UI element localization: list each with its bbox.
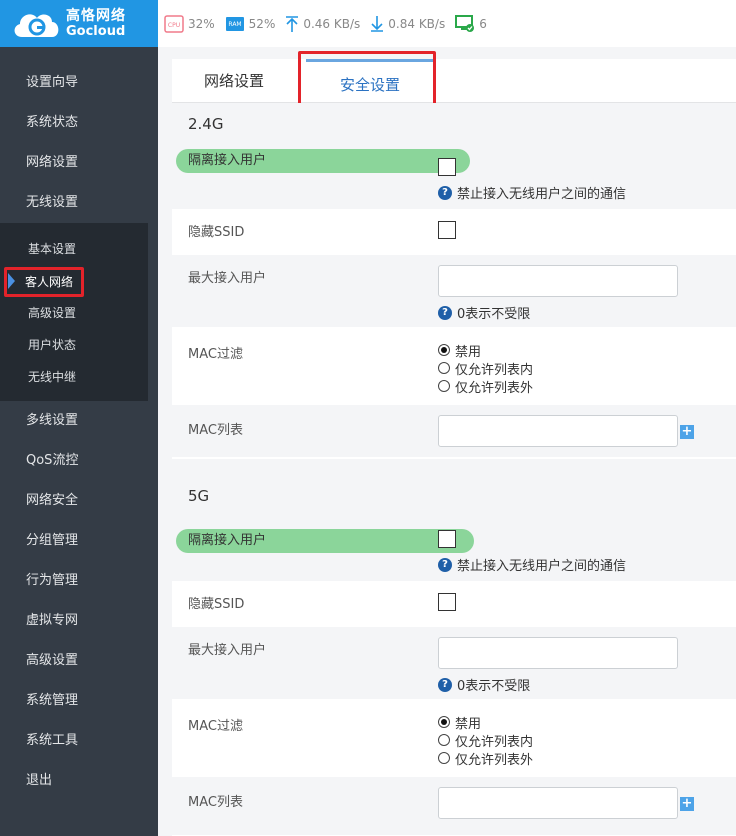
mac-filter-allow-in-radio[interactable]: 仅允许列表内	[438, 359, 533, 378]
plus-icon[interactable]: +	[680, 425, 694, 439]
isolate-row: 隔离接入用户 ? 禁止接入无线用户之间的通信	[172, 145, 736, 209]
sidebar-item-system-status[interactable]: 系统状态	[0, 103, 158, 143]
mac-filter-row: MAC过滤 禁用 仅允许列表内 仅允许列表外	[172, 327, 736, 405]
hide-ssid-label: 隐藏SSID	[188, 597, 245, 612]
wireless-submenu: 基本设置 客人网络 高级设置 用户状态 无线中继	[0, 223, 148, 401]
mac-filter-label: MAC过滤	[188, 347, 243, 362]
main-content: 网络设置 安全设置 2.4G 隔离接入用户 ? 禁止接入无线用户之间的通信 隐藏S…	[158, 47, 736, 836]
cpu-icon: CPU	[164, 14, 184, 33]
arrow-up-icon	[286, 15, 299, 32]
section-title: 2.4G	[172, 103, 736, 145]
sidebar-subitem-advanced[interactable]: 高级设置	[0, 299, 148, 331]
brand-name-en: Gocloud	[66, 23, 126, 39]
upload-value: 0.46 KB/s	[303, 16, 361, 31]
sidebar-item-behavior-management[interactable]: 行为管理	[0, 561, 158, 601]
download-status: 0.84 KB/s	[370, 15, 445, 33]
mac-filter-disable-radio[interactable]: 禁用	[438, 713, 533, 732]
active-caret-icon	[8, 273, 15, 289]
mac-filter-allow-out-radio[interactable]: 仅允许列表外	[438, 749, 533, 768]
sidebar-item-qos[interactable]: QoS流控	[0, 441, 158, 481]
hide-ssid-checkbox[interactable]	[438, 221, 456, 239]
max-users-label: 最大接入用户	[188, 271, 267, 286]
sidebar-item-vpn[interactable]: 虚拟专网	[0, 601, 158, 641]
sidebar-item-network-settings[interactable]: 网络设置	[0, 143, 158, 183]
sidebar-item-system-tools[interactable]: 系统工具	[0, 721, 158, 761]
max-users-row: 最大接入用户 ? 0表示不受限	[172, 627, 736, 699]
mac-list-label: MAC列表	[188, 423, 243, 438]
isolate-hint: ? 禁止接入无线用户之间的通信	[438, 555, 626, 574]
isolate-hint: ? 禁止接入无线用户之间的通信	[438, 183, 626, 202]
isolate-row: 隔离接入用户 ? 禁止接入无线用户之间的通信	[172, 517, 736, 581]
help-icon: ?	[438, 305, 452, 320]
status-bar: CPU 32% RAM 52% 0.46 KB/s 0.84 KB/s 6	[158, 0, 736, 47]
max-users-hint: ? 0表示不受限	[438, 303, 530, 322]
sidebar-subitem-guest-network[interactable]: 客人网络	[0, 267, 148, 299]
help-icon: ?	[438, 557, 452, 572]
section-title: 5G	[172, 475, 736, 517]
ram-icon: RAM	[225, 16, 244, 31]
sidebar-item-advanced-settings[interactable]: 高级设置	[0, 641, 158, 681]
cloud-logo-icon	[14, 13, 59, 37]
sidebar-item-wireless-settings[interactable]: 无线设置	[0, 183, 158, 223]
mac-filter-options: 禁用 仅允许列表内 仅允许列表外	[438, 341, 533, 396]
mac-list-input[interactable]	[438, 787, 678, 819]
devices-count: 6	[479, 16, 487, 31]
sidebar: 设置向导 系统状态 网络设置 无线设置 基本设置 客人网络 高级设置 用户状态 …	[0, 47, 158, 836]
plus-icon[interactable]: +	[680, 797, 694, 811]
mac-list-input[interactable]	[438, 415, 678, 447]
max-users-hint: ? 0表示不受限	[438, 675, 530, 694]
arrow-down-icon	[371, 15, 384, 32]
mac-list-row: MAC列表 +	[172, 405, 736, 457]
sidebar-item-network-security[interactable]: 网络安全	[0, 481, 158, 521]
sidebar-subitem-repeater[interactable]: 无线中继	[0, 363, 148, 395]
brand-name-cn: 高恪网络	[66, 7, 126, 24]
sidebar-subitem-user-status[interactable]: 用户状态	[0, 331, 148, 363]
sidebar-item-multi-wan[interactable]: 多线设置	[0, 401, 158, 441]
max-users-input[interactable]	[438, 265, 678, 297]
active-tab-highlight	[298, 51, 436, 110]
section-2g: 2.4G 隔离接入用户 ? 禁止接入无线用户之间的通信 隐藏SSID 最大接入用户…	[172, 103, 736, 459]
mac-filter-row: MAC过滤 禁用 仅允许列表内 仅允许列表外	[172, 699, 736, 777]
ram-status: RAM 52%	[225, 15, 276, 33]
max-users-row: 最大接入用户 ? 0表示不受限	[172, 255, 736, 327]
mac-filter-allow-in-radio[interactable]: 仅允许列表内	[438, 731, 533, 750]
isolate-label: 隔离接入用户	[176, 529, 474, 553]
max-users-input[interactable]	[438, 637, 678, 669]
cpu-value: 32%	[188, 16, 215, 31]
help-icon: ?	[438, 677, 452, 692]
hide-ssid-row: 隐藏SSID	[172, 581, 736, 627]
section-5g: 5G 隔离接入用户 ? 禁止接入无线用户之间的通信 隐藏SSID 最大接入用户 ?…	[172, 475, 736, 836]
mac-list-row: MAC列表 +	[172, 777, 736, 835]
sidebar-item-setup-wizard[interactable]: 设置向导	[0, 63, 158, 103]
sidebar-item-group-management[interactable]: 分组管理	[0, 521, 158, 561]
svg-text:RAM: RAM	[228, 21, 241, 28]
mac-filter-options: 禁用 仅允许列表内 仅允许列表外	[438, 713, 533, 768]
download-value: 0.84 KB/s	[388, 16, 446, 31]
max-users-label: 最大接入用户	[188, 643, 267, 658]
cpu-status: CPU 32%	[164, 14, 215, 33]
hide-ssid-label: 隐藏SSID	[188, 225, 245, 240]
isolate-checkbox[interactable]	[438, 158, 456, 176]
tab-network-settings[interactable]: 网络设置	[204, 59, 264, 103]
devices-status: 6	[455, 14, 487, 33]
help-icon: ?	[438, 185, 452, 200]
isolate-label: 隔离接入用户	[176, 149, 470, 173]
upload-status: 0.46 KB/s	[285, 15, 360, 33]
hide-ssid-row: 隐藏SSID	[172, 209, 736, 255]
mac-list-label: MAC列表	[188, 795, 243, 810]
sidebar-item-system-management[interactable]: 系统管理	[0, 681, 158, 721]
ram-value: 52%	[248, 16, 276, 31]
brand-logo: 高恪网络 Gocloud	[0, 0, 158, 47]
sidebar-subitem-basic[interactable]: 基本设置	[0, 235, 148, 267]
sidebar-item-logout[interactable]: 退出	[0, 761, 158, 801]
mac-filter-label: MAC过滤	[188, 719, 243, 734]
monitor-check-icon	[455, 14, 475, 32]
tab-bar: 网络设置 安全设置	[172, 59, 736, 103]
mac-filter-allow-out-radio[interactable]: 仅允许列表外	[438, 377, 533, 396]
mac-filter-disable-radio[interactable]: 禁用	[438, 341, 533, 360]
isolate-checkbox[interactable]	[438, 530, 456, 548]
hide-ssid-checkbox[interactable]	[438, 593, 456, 611]
svg-text:CPU: CPU	[168, 22, 180, 29]
